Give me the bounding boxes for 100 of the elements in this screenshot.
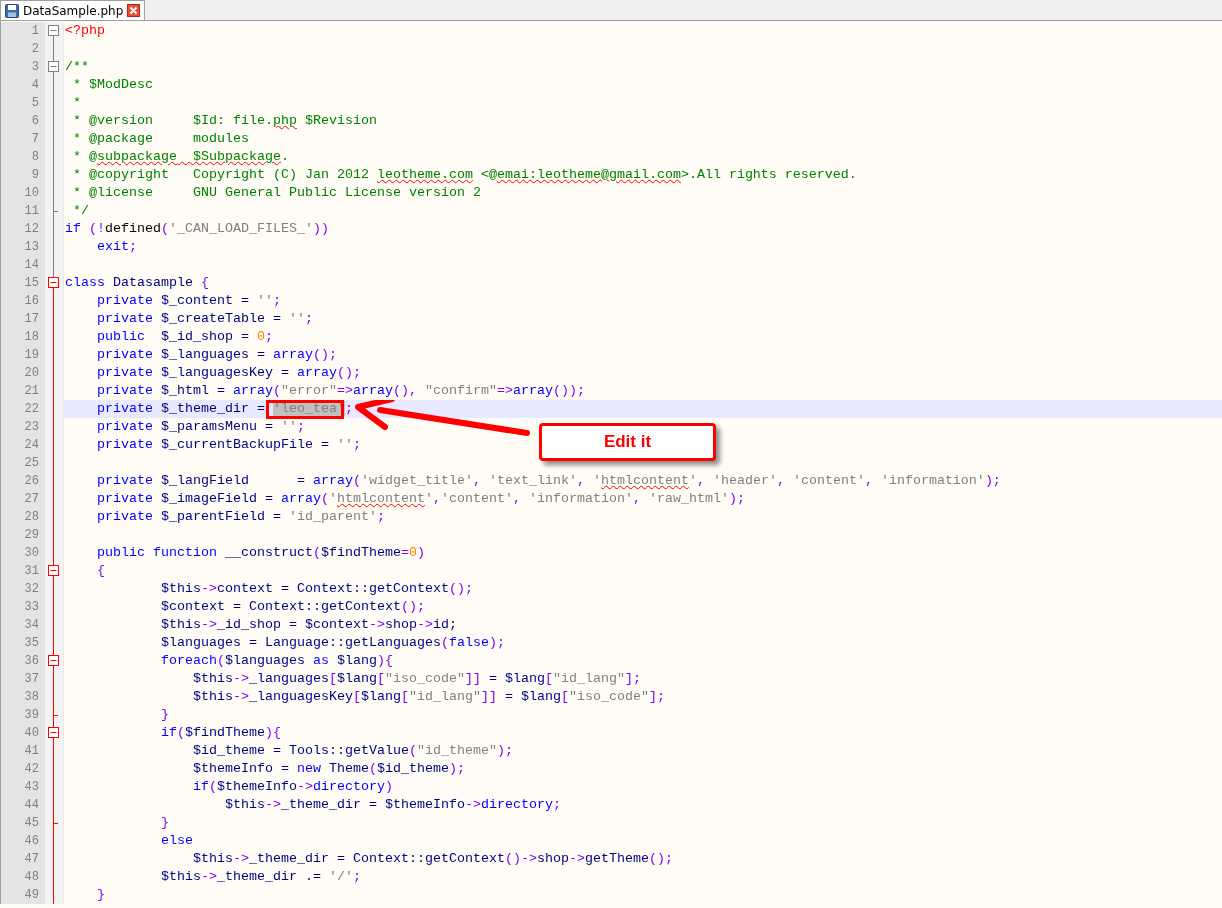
fold-marker[interactable] — [45, 562, 64, 580]
code-line: $this->_theme_dir = $themeInfo->directory; — [223, 796, 561, 814]
line-number: 5 — [31, 95, 39, 112]
code-line: foreach($languages as $lang){ — [159, 652, 393, 670]
code-line: if($findTheme){ — [159, 724, 281, 742]
line-number: 15 — [24, 275, 39, 292]
code-line: * @version $Id: file.php $Revision — [72, 112, 377, 130]
line-number: 12 — [24, 221, 39, 238]
code-line: $this->_theme_dir = Context::getContext()->shop->getTheme(); — [191, 850, 673, 868]
code-line: } — [159, 814, 169, 832]
code-line: private $_content = ''; — [96, 292, 281, 310]
line-number: 31 — [24, 563, 39, 580]
fold-marker[interactable] — [45, 724, 64, 742]
line-number: 8 — [31, 149, 39, 166]
line-number: 37 — [24, 671, 39, 688]
code-line: { — [96, 562, 105, 580]
code-line: private $_currentBackupFile = ''; — [96, 436, 361, 454]
line-number: 49 — [24, 887, 39, 904]
code-line: private $_createTable = ''; — [96, 310, 313, 328]
code-line: if($themeInfo->directory) — [191, 778, 393, 796]
line-number: 38 — [24, 689, 39, 706]
line-number: 26 — [24, 473, 39, 490]
code-line: * @package modules — [72, 130, 249, 148]
code-line: * @license GNU General Public License version 2 — [72, 184, 481, 202]
line-number: 14 — [24, 257, 39, 274]
line-number: 13 — [24, 239, 39, 256]
line-number: 41 — [24, 743, 39, 760]
line-number: 40 — [24, 725, 39, 742]
line-number: 46 — [24, 833, 39, 850]
line-number: 9 — [31, 167, 39, 184]
line-number: 22 — [24, 401, 39, 418]
code-line: * @copyright Copyright (C) Jan 2012 leotheme.com <@emai:leotheme@gmail.com>.All rights reserved. — [72, 166, 857, 184]
code-line: * @subpackage $Subpackage. — [72, 148, 289, 166]
line-number: 10 — [24, 185, 39, 202]
code-line: * — [72, 94, 81, 112]
code-line: class Datasample { — [65, 274, 209, 292]
line-number: 28 — [24, 509, 39, 526]
fold-marker[interactable] — [45, 652, 64, 670]
code-line: $themeInfo = new Theme($id_theme); — [191, 760, 465, 778]
fold-marker[interactable] — [45, 274, 64, 292]
line-number: 30 — [24, 545, 39, 562]
code-line: private $_paramsMenu = ''; — [96, 418, 305, 436]
line-number: 33 — [24, 599, 39, 616]
line-number: 16 — [24, 293, 39, 310]
code-line: else — [159, 832, 193, 850]
line-number: 42 — [24, 761, 39, 778]
line-number: 24 — [24, 437, 39, 454]
code-line: */ — [72, 202, 89, 220]
line-number: 11 — [24, 203, 39, 220]
callout-label: Edit it — [539, 423, 716, 461]
line-number: 48 — [24, 869, 39, 886]
line-number: 2 — [31, 41, 39, 58]
line-number: 39 — [24, 707, 39, 724]
line-number: 17 — [24, 311, 39, 328]
line-number: 25 — [24, 455, 39, 472]
line-number: 34 — [24, 617, 39, 634]
code-line: private $_parentField = 'id_parent'; — [96, 508, 385, 526]
code-line: private $_languages = array(); — [96, 346, 337, 364]
code-line: $this->_languagesKey[$lang["id_lang"]] = $lang["iso_code"]; — [191, 688, 665, 706]
line-number: 20 — [24, 365, 39, 382]
code-line: $id_theme = Tools::getValue("id_theme"); — [191, 742, 513, 760]
code-line: $this->_id_shop = $context->shop->id; — [159, 616, 457, 634]
code-line: /** — [65, 58, 89, 76]
code-line: * $ModDesc — [72, 76, 153, 94]
line-number: 3 — [31, 59, 39, 76]
code-line: private $_theme_dir = 'leo_tea'; — [96, 400, 353, 418]
code-line: $this->context = Context::getContext(); — [159, 580, 473, 598]
line-number: 29 — [24, 527, 39, 544]
code-line: $context = Context::getContext(); — [159, 598, 425, 616]
line-number: 44 — [24, 797, 39, 814]
code-line: private $_langField = array('widget_title', 'text_link', 'htmlcontent', 'header', 'content', 'information'); — [96, 472, 1001, 490]
code-line: if (!defined('_CAN_LOAD_FILES_')) — [65, 220, 329, 238]
fold-marker[interactable] — [45, 22, 64, 40]
line-number: 45 — [24, 815, 39, 832]
line-number: 1 — [31, 23, 39, 40]
line-number: 19 — [24, 347, 39, 364]
code-line: <?php — [65, 22, 105, 40]
file-tab[interactable]: DataSample.php — [0, 0, 146, 20]
close-icon[interactable] — [127, 4, 141, 17]
code-line: $this->_languages[$lang["iso_code"]] = $lang["id_lang"]; — [191, 670, 641, 688]
line-number: 4 — [31, 77, 39, 94]
line-number: 27 — [24, 491, 39, 508]
line-number: 36 — [24, 653, 39, 670]
code-line: private $_html = array("error"=>array(), "confirm"=>array()); — [96, 382, 585, 400]
line-number: 6 — [31, 113, 39, 130]
code-line: } — [96, 886, 105, 904]
line-number: 23 — [24, 419, 39, 436]
fold-marker[interactable] — [45, 58, 64, 76]
code-line: $this->_theme_dir .= '/'; — [159, 868, 361, 886]
line-number: 32 — [24, 581, 39, 598]
line-number: 7 — [31, 131, 39, 148]
code-line: public function __construct($findTheme=0) — [96, 544, 425, 562]
code-line: public $_id_shop = 0; — [96, 328, 273, 346]
line-number: 18 — [24, 329, 39, 346]
line-number: 47 — [24, 851, 39, 868]
code-line: } — [159, 706, 169, 724]
code-line: exit; — [96, 238, 137, 256]
code-line: $languages = Language::getLanguages(false); — [159, 634, 505, 652]
code-line: private $_imageField = array('htmlcontent','content', 'information', 'raw_html'); — [96, 490, 745, 508]
line-number: 43 — [24, 779, 39, 796]
